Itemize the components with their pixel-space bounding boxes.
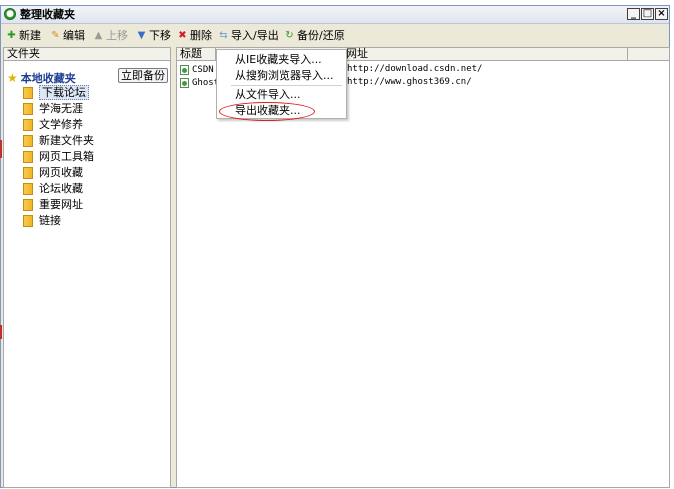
tree-item-label: 链接 bbox=[39, 214, 61, 227]
bookmark-url: http://download.csdn.net/ bbox=[347, 64, 483, 74]
folder-icon bbox=[23, 214, 33, 227]
folder-icon bbox=[23, 150, 33, 163]
maximize-button[interactable]: □ bbox=[641, 8, 654, 20]
tree-item-label: 学海无涯 bbox=[39, 102, 83, 115]
arrow-up-icon: ▲ bbox=[94, 29, 103, 41]
tree-item-label: 网页工具箱 bbox=[39, 150, 94, 163]
import-export-button-label: 导入/导出 bbox=[231, 29, 279, 42]
arrow-down-icon: ▼ bbox=[137, 29, 146, 41]
web-page-icon bbox=[180, 65, 189, 75]
import-export-button[interactable]: ⇆ 导入/导出 bbox=[218, 27, 279, 43]
tree-root-label: 本地收藏夹 bbox=[20, 72, 76, 85]
refresh-icon: ↻ bbox=[285, 29, 294, 41]
edit-button-label: 编辑 bbox=[63, 29, 85, 42]
delete-button-label: 删除 bbox=[190, 29, 212, 42]
new-button-label: 新建 bbox=[19, 29, 41, 42]
import-export-icon: ⇆ bbox=[219, 29, 228, 41]
edge-marker bbox=[0, 325, 2, 339]
backup-restore-button-label: 备份/还原 bbox=[297, 29, 345, 42]
bookmark-title: CSDN bbox=[192, 65, 214, 75]
title-bar[interactable]: ● 整理收藏夹 _ □ × bbox=[1, 6, 669, 24]
column-header-title[interactable]: 标题 bbox=[177, 48, 202, 60]
tree-item-label: 文学修养 bbox=[39, 118, 83, 131]
edge-marker bbox=[0, 140, 2, 158]
plus-icon: ✚ bbox=[7, 29, 16, 41]
pencil-icon: ✎ bbox=[51, 29, 60, 41]
folder-icon bbox=[23, 102, 33, 115]
tree-item-new-folder[interactable]: 新建文件夹 bbox=[23, 133, 94, 148]
close-button[interactable]: × bbox=[655, 8, 668, 20]
tree-item-label: 论坛收藏 bbox=[39, 182, 83, 195]
tree-item-download-forum[interactable]: 下载论坛 bbox=[23, 85, 89, 100]
tree-item-study[interactable]: 学海无涯 bbox=[23, 101, 83, 116]
menu-item-import-from-file[interactable]: 从文件导入... bbox=[235, 88, 301, 101]
favorites-manager-window: ● 整理收藏夹 _ □ × ✚ 新建 ✎ 编辑 ▲ 上移 ▼ 下移 ✖ 删除 ⇆… bbox=[0, 5, 670, 488]
minimize-button[interactable]: _ bbox=[627, 8, 640, 20]
folder-icon bbox=[23, 86, 33, 99]
bookmark-list[interactable]: CSDN http://download.csdn.net/ Ghost htt… bbox=[176, 61, 670, 488]
app-logo-icon: ● bbox=[4, 8, 16, 20]
window-title: 整理收藏夹 bbox=[20, 8, 75, 21]
folder-icon bbox=[23, 166, 33, 179]
delete-x-icon: ✖ bbox=[178, 29, 187, 41]
tree-item-web-toolbox[interactable]: 网页工具箱 bbox=[23, 149, 94, 164]
bookmark-url: http://www.ghost369.cn/ bbox=[347, 77, 472, 87]
tree-item-label: 网页收藏 bbox=[39, 166, 83, 179]
move-up-button-label: 上移 bbox=[106, 29, 128, 42]
backup-restore-button[interactable]: ↻ 备份/还原 bbox=[284, 27, 345, 43]
table-row[interactable]: CSDN bbox=[180, 64, 214, 76]
folder-icon bbox=[23, 118, 33, 131]
tree-item-important-urls[interactable]: 重要网址 bbox=[23, 197, 83, 212]
new-button[interactable]: ✚ 新建 bbox=[6, 27, 41, 43]
move-down-button[interactable]: ▼ 下移 bbox=[136, 27, 171, 43]
tree-root-local-favorites[interactable]: ★ 本地收藏夹 bbox=[7, 70, 76, 86]
import-export-menu: 从IE收藏夹导入... 从搜狗浏览器导入... 从文件导入... 导出收藏夹..… bbox=[216, 49, 347, 119]
column-separator[interactable] bbox=[627, 48, 628, 60]
backup-now-button[interactable]: 立即备份 bbox=[118, 68, 168, 83]
menu-item-export-favorites[interactable]: 导出收藏夹... bbox=[235, 104, 301, 117]
folder-icon bbox=[23, 198, 33, 211]
tree-item-literature[interactable]: 文学修养 bbox=[23, 117, 83, 132]
tree-item-label: 重要网址 bbox=[39, 198, 83, 211]
toolbar: ✚ 新建 ✎ 编辑 ▲ 上移 ▼ 下移 ✖ 删除 ⇆ 导入/导出 ↻ 备份/还原 bbox=[1, 25, 669, 45]
folder-tree[interactable]: ★ 本地收藏夹 立即备份 下载论坛 学海无涯 文学修养 新建文件夹 网页工具箱 … bbox=[3, 61, 171, 488]
tree-item-label: 下载论坛 bbox=[39, 85, 89, 100]
folder-panel-header: 文件夹 bbox=[3, 47, 171, 61]
star-icon: ★ bbox=[7, 71, 18, 85]
delete-button[interactable]: ✖ 删除 bbox=[177, 27, 212, 43]
web-page-icon bbox=[180, 78, 189, 88]
menu-item-import-from-sogou[interactable]: 从搜狗浏览器导入... bbox=[235, 69, 334, 82]
folder-icon bbox=[23, 182, 33, 195]
tree-item-links[interactable]: 链接 bbox=[23, 213, 61, 228]
menu-separator bbox=[231, 85, 342, 86]
folder-icon bbox=[23, 134, 33, 147]
menu-item-import-from-ie[interactable]: 从IE收藏夹导入... bbox=[235, 53, 322, 66]
move-down-button-label: 下移 bbox=[149, 29, 171, 42]
edit-button[interactable]: ✎ 编辑 bbox=[50, 27, 85, 43]
table-row[interactable]: Ghost bbox=[180, 77, 219, 89]
tree-item-web-favorites[interactable]: 网页收藏 bbox=[23, 165, 83, 180]
tree-item-label: 新建文件夹 bbox=[39, 134, 94, 147]
tree-item-forum-favorites[interactable]: 论坛收藏 bbox=[23, 181, 83, 196]
move-up-button[interactable]: ▲ 上移 bbox=[93, 27, 128, 43]
